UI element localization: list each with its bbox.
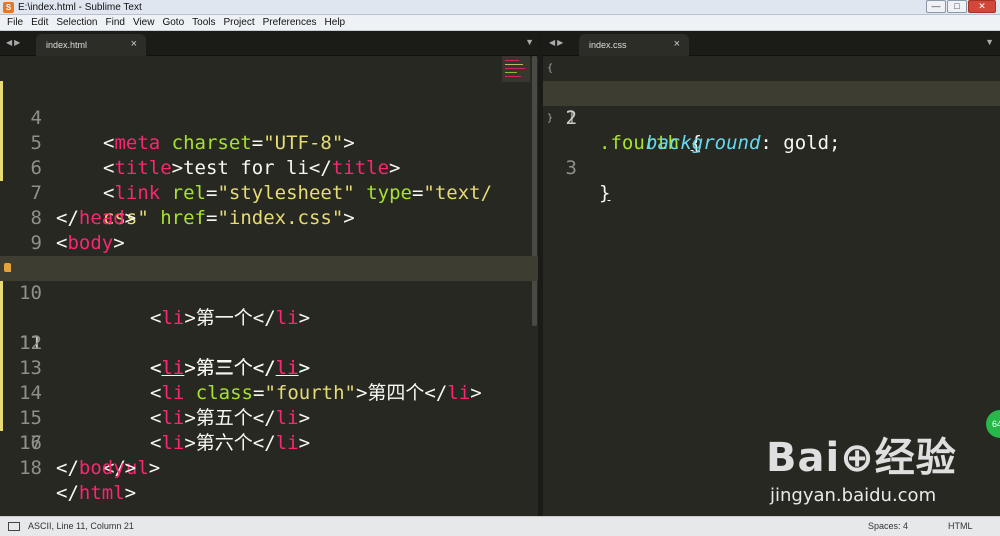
code-line[interactable]: 16 </ul> [0,381,538,479]
code-line[interactable]: } 3 } [543,106,1000,204]
tab-dropdown-icon[interactable]: ▼ [985,37,994,47]
menu-bar: File Edit Selection Find View Goto Tools… [0,15,1000,31]
tab-close-icon[interactable]: × [674,38,680,50]
title-bar: S E:\index.html - Sublime Text — □ ✕ [0,0,1000,15]
tab-scroll-arrows-icon[interactable]: ◀▶ [549,38,565,47]
menu-preferences[interactable]: Preferences [259,15,321,30]
code-line[interactable]: 17 </body> [0,406,538,479]
code-line[interactable]: 9 <ul> [0,206,538,279]
code-line[interactable]: 6 <link rel="stylesheet" type="text/ [0,106,538,204]
menu-view[interactable]: View [129,15,159,30]
tab-label: index.css [589,40,627,50]
code-line[interactable]: 10 <li>第一个</li> [0,231,538,329]
menu-goto[interactable]: Goto [158,15,188,30]
code-line[interactable]: 14 <li>第五个</li> [0,331,538,429]
fold-close-icon[interactable]: } [547,106,553,131]
menu-find[interactable]: Find [102,15,129,30]
sublime-app-icon: S [3,2,14,13]
code-line[interactable]: 15 <li>第六个</li> [0,356,538,454]
code-line[interactable]: 4 <meta charset="UTF-8"> [0,56,538,154]
code-line[interactable]: 7 </head> [0,156,538,229]
right-tab-bar: ◀▶ index.css × ▼ [543,31,1000,56]
code-line[interactable]: 18 </html> [0,431,538,504]
maximize-button[interactable]: □ [947,0,967,13]
code-line[interactable]: 12 <li>第三个</li> [0,281,538,379]
watermark-url: jingyan.baidu.com [770,485,937,506]
tab-index-css[interactable]: index.css × [579,34,689,56]
tab-index-html[interactable]: index.html × [36,34,146,56]
code-line[interactable]: 8 <body> [0,181,538,254]
baidu-logo: Bai⊕经验 [766,435,957,481]
panel-toggle-icon[interactable] [8,522,20,531]
code-line-current[interactable]: 2 background: gold; [543,81,1000,154]
tab-close-icon[interactable]: × [131,38,137,50]
code-line[interactable]: { 1 .fourth { [543,56,1000,154]
tab-scroll-arrows-icon[interactable]: ◀▶ [6,38,22,47]
tab-dropdown-icon[interactable]: ▼ [525,37,534,47]
indentation-setting[interactable]: Spaces: 4 [868,521,908,531]
html-editor-pane[interactable]: 4 <meta charset="UTF-8"> 5 <title>test f… [0,56,538,516]
window-title: E:\index.html - Sublime Text [18,2,142,13]
menu-selection[interactable]: Selection [52,15,101,30]
menu-project[interactable]: Project [220,15,259,30]
left-tab-bar: ◀▶ index.html × ▼ [0,31,540,56]
baidu-watermark: Bai⊕经验 jingyan.baidu.com [760,425,990,515]
window-controls: — □ ✕ [925,0,996,14]
encoding-position: ASCII, Line 11, Column 21 [28,521,134,531]
line-number: 3 [565,157,577,179]
syntax-setting[interactable]: HTML [948,521,973,531]
menu-file[interactable]: File [3,15,27,30]
minimize-button[interactable]: — [926,0,946,13]
code-line-current[interactable]: 11 <li>第二个</li> [0,256,538,379]
bookmark-icon [4,263,11,272]
menu-edit[interactable]: Edit [27,15,52,30]
code-line[interactable]: 5 <title>test for li</title> [0,81,538,179]
close-button[interactable]: ✕ [968,0,996,13]
fold-open-icon[interactable]: { [547,56,553,81]
menu-tools[interactable]: Tools [188,15,219,30]
line-number: 18 [19,457,42,479]
tab-label: index.html [46,40,88,50]
code-line[interactable]: 13 <li class="fourth">第四个</li> [0,306,538,404]
code-line[interactable]: css" href="index.css"> [0,131,538,229]
status-bar: ASCII, Line 11, Column 21 Spaces: 4 HTML [0,516,1000,536]
menu-help[interactable]: Help [321,15,350,30]
